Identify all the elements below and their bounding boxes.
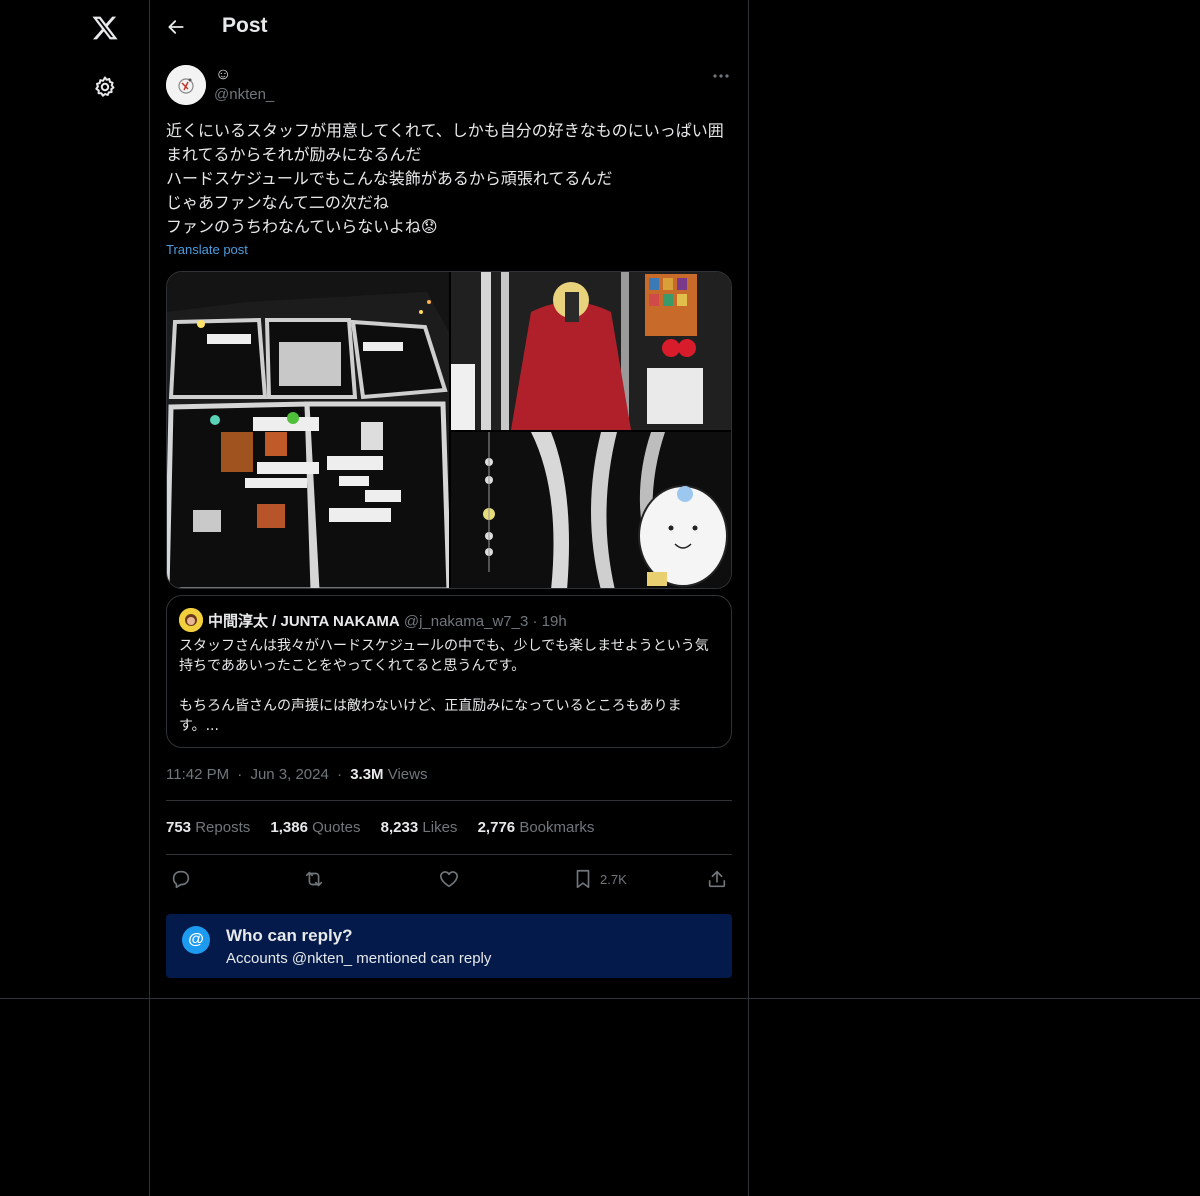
quote-handle[interactable]: @j_nakama_w7_3 <box>404 613 528 630</box>
likes-count: 8,233 <box>380 819 419 836</box>
heart-icon <box>439 871 459 888</box>
arrow-left-icon <box>168 20 184 34</box>
reposts-stat[interactable]: 753 Reposts <box>166 819 250 836</box>
gear-icon[interactable] <box>90 72 120 102</box>
media-image-1[interactable] <box>167 272 449 588</box>
meta-divider <box>166 800 732 801</box>
page-header: Post <box>150 0 748 54</box>
quote-avatar[interactable] <box>179 608 203 632</box>
right-column-divider <box>748 0 749 1196</box>
user-handle[interactable]: @nkten_ <box>214 86 274 103</box>
page-title: Post <box>222 14 268 37</box>
quote-separator: · <box>532 613 538 630</box>
quote-header: 中間淳太 / JUNTA NAKAMA @j_nakama_w7_3 · 19h <box>208 610 567 631</box>
back-button[interactable] <box>162 13 190 41</box>
more-options-button[interactable] <box>710 66 732 86</box>
post-text: 近くにいるスタッフが用意してくれて、しかも自分の好きなものにいっぱい囲まれてるか… <box>166 121 724 236</box>
views-count[interactable]: 3.3M <box>350 766 383 783</box>
quotes-stat[interactable]: 1,386 Quotes <box>270 819 360 836</box>
action-bar: 2.7K <box>166 866 732 892</box>
reposts-label: Reposts <box>195 819 251 836</box>
at-mention-icon: @ <box>182 926 210 954</box>
share-icon <box>708 870 726 888</box>
post-bottom-divider <box>0 998 1200 999</box>
likes-stat[interactable]: 8,233 Likes <box>381 819 458 836</box>
post-stats: 753 Reposts 1,386 Quotes 8,233 Likes 2,7… <box>166 819 610 836</box>
post-date[interactable]: Jun 3, 2024 <box>250 766 328 783</box>
bookmark-icon <box>576 869 590 889</box>
bookmarks-label: Bookmarks <box>519 819 595 836</box>
media-image-2[interactable] <box>451 272 731 430</box>
reply-button[interactable] <box>170 866 192 892</box>
more-dots-icon <box>713 74 729 78</box>
quote-text: スタッフさんは我々がハードスケジュールの中でも、少しでも楽しませようという気持ち… <box>179 638 709 734</box>
x-logo-icon[interactable] <box>88 11 122 45</box>
quote-display-name[interactable]: 中間淳太 / JUNTA NAKAMA <box>208 613 400 630</box>
translate-post-link[interactable]: Translate post <box>166 242 248 257</box>
who-can-reply-title: Who can reply? <box>226 926 353 945</box>
reposts-count: 753 <box>166 819 192 836</box>
quotes-count: 1,386 <box>270 819 308 836</box>
reply-icon <box>172 870 190 889</box>
repost-icon <box>305 871 323 887</box>
who-can-reply-subtitle: Accounts @nkten_ mentioned can reply <box>226 950 492 967</box>
quotes-label: Quotes <box>312 819 361 836</box>
display-name[interactable]: ☺ <box>215 66 231 84</box>
post-time[interactable]: 11:42 PM <box>166 766 229 783</box>
bookmark-count: 2.7K <box>600 871 627 887</box>
avatar[interactable] <box>166 65 206 105</box>
bookmarks-count: 2,776 <box>477 819 516 836</box>
stats-divider <box>166 854 732 855</box>
views-label: Views <box>387 766 428 783</box>
repost-button[interactable] <box>303 866 325 892</box>
quoted-post[interactable]: 中間淳太 / JUNTA NAKAMA @j_nakama_w7_3 · 19h… <box>166 595 732 748</box>
media-image-3[interactable] <box>451 432 731 588</box>
like-button[interactable] <box>438 866 460 892</box>
quote-timestamp[interactable]: 19h <box>542 613 567 630</box>
post-meta: 11:42 PM · Jun 3, 2024 · 3.3M Views <box>166 766 427 783</box>
media-grid <box>166 271 732 589</box>
bookmark-button[interactable]: 2.7K <box>572 866 627 892</box>
meta-separator: · <box>337 766 343 783</box>
share-button[interactable] <box>706 866 728 892</box>
likes-label: Likes <box>422 819 458 836</box>
left-column-divider <box>149 0 150 1196</box>
bookmarks-stat[interactable]: 2,776 Bookmarks <box>478 819 595 836</box>
meta-separator: · <box>237 766 243 783</box>
who-can-reply-box: @ Who can reply? Accounts @nkten_ mentio… <box>166 914 732 978</box>
